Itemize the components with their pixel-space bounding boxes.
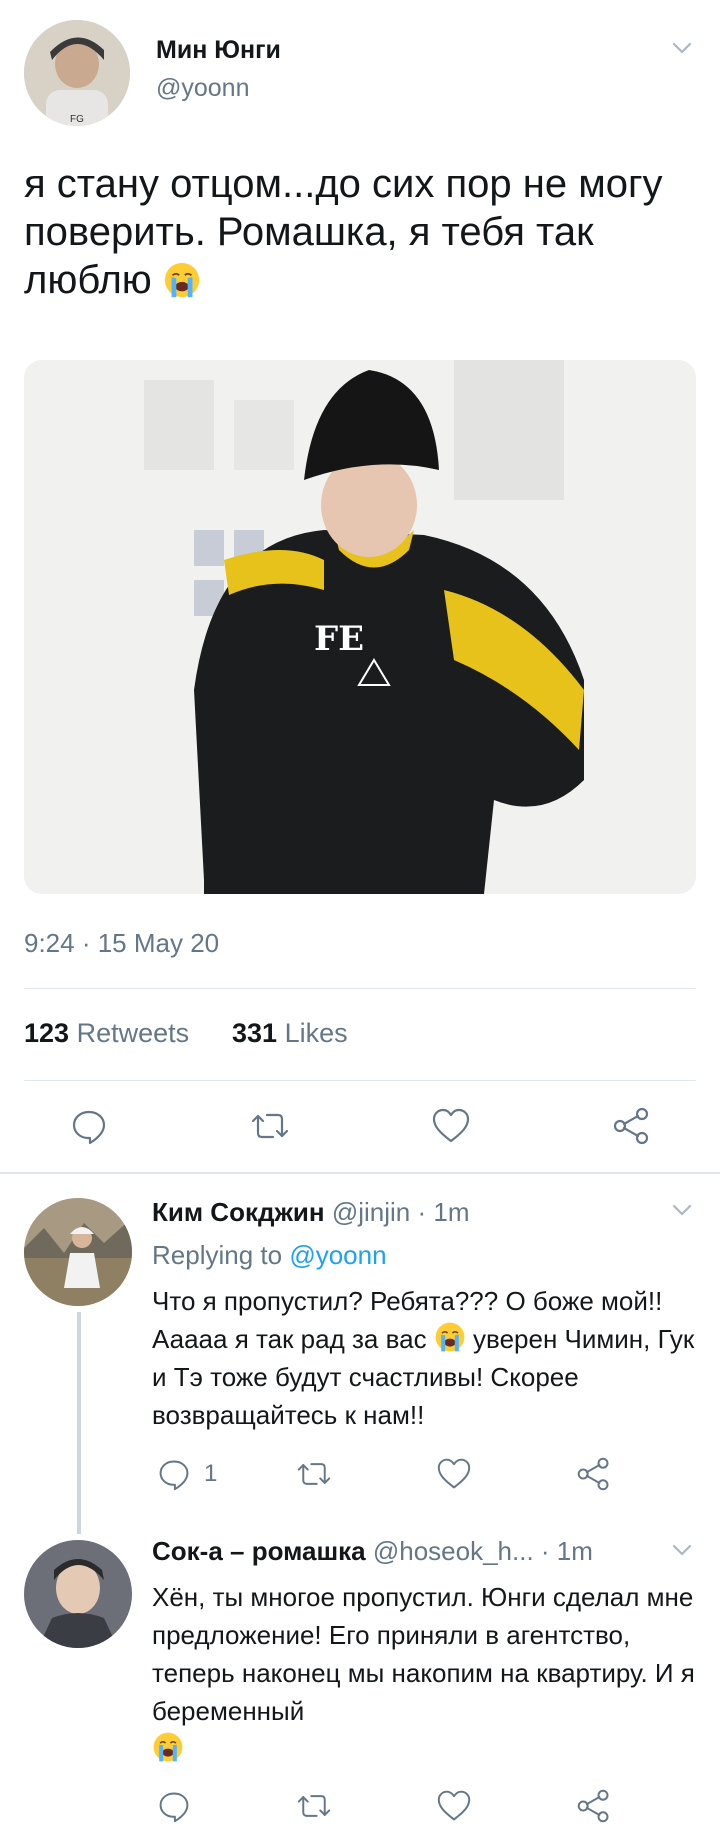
tweet-menu-chevron[interactable] bbox=[670, 40, 694, 61]
retweet-button[interactable] bbox=[246, 1102, 294, 1150]
reply-1-like-button[interactable] bbox=[430, 1450, 478, 1498]
reply-2-menu-chevron[interactable] bbox=[670, 1542, 694, 1563]
reply-2-text: Хён, ты многое пропустил. Юнги сделал мн… bbox=[152, 1578, 706, 1768]
share-button[interactable] bbox=[608, 1102, 656, 1150]
loudly-crying-face-emoji bbox=[153, 1732, 183, 1762]
reply-2-header: Сок-а – ромашка @hoseok_h... · 1m bbox=[152, 1536, 593, 1567]
retweet-icon bbox=[297, 1463, 331, 1485]
retweets-stat[interactable]: 123 Retweets bbox=[24, 1018, 189, 1049]
svg-text:FE: FE bbox=[314, 619, 364, 659]
divider-stats-top bbox=[24, 988, 696, 989]
tweet-timestamp[interactable]: 9:24 · 15 May 20 bbox=[24, 928, 219, 959]
tweet-image[interactable]: FE bbox=[24, 360, 696, 894]
reply-1-avatar-photo bbox=[24, 1198, 132, 1306]
retweet-icon bbox=[251, 1113, 289, 1139]
reply-icon bbox=[159, 1792, 189, 1823]
reply-1-text: Что я пропустил? Ребята??? О боже мой!! … bbox=[152, 1282, 698, 1434]
reply-1-reply-count: 1 bbox=[204, 1460, 218, 1487]
reply-2-author-handle[interactable]: @hoseok_h... bbox=[373, 1536, 534, 1566]
chevron-down-icon bbox=[672, 42, 692, 54]
loudly-crying-face-emoji bbox=[435, 1322, 465, 1352]
like-button[interactable] bbox=[427, 1102, 475, 1150]
reply-1-retweet-button[interactable] bbox=[290, 1450, 338, 1498]
author-name[interactable]: Мин Юнги bbox=[156, 36, 281, 65]
reply-icon bbox=[159, 1460, 189, 1491]
avatar-photo: FG bbox=[24, 20, 130, 126]
retweets-label: Retweets bbox=[76, 1018, 190, 1048]
reply-2-reply-button[interactable] bbox=[150, 1782, 198, 1830]
tweet-photo: FE bbox=[24, 360, 696, 894]
likes-stat[interactable]: 331 Likes bbox=[232, 1018, 348, 1049]
section-separator bbox=[0, 1172, 720, 1174]
thread-line bbox=[77, 1312, 81, 1534]
likes-count: 331 bbox=[232, 1018, 278, 1048]
chevron-down-icon bbox=[672, 1204, 692, 1216]
reply-1-replying-to: Replying to @yoonn bbox=[152, 1240, 387, 1271]
share-icon bbox=[577, 1789, 609, 1823]
reply-2-time[interactable]: · 1m bbox=[541, 1536, 593, 1566]
reply-2-text-body: Хён, ты многое пропустил. Юнги сделал мн… bbox=[152, 1582, 695, 1726]
author-handle[interactable]: @yoonn bbox=[156, 74, 250, 103]
reply-2-retweet-button[interactable] bbox=[290, 1782, 338, 1830]
replying-to-handle[interactable]: @yoonn bbox=[289, 1240, 386, 1270]
like-icon bbox=[432, 1108, 470, 1143]
reply-2-like-button[interactable] bbox=[430, 1782, 478, 1830]
share-icon bbox=[577, 1457, 609, 1491]
like-icon bbox=[437, 1458, 471, 1489]
reply-2-avatar-photo bbox=[24, 1540, 132, 1648]
replying-to-label: Replying to bbox=[152, 1240, 283, 1270]
chevron-down-icon bbox=[672, 1544, 692, 1556]
likes-label: Likes bbox=[284, 1018, 348, 1048]
like-icon bbox=[437, 1790, 471, 1821]
reply-icon bbox=[72, 1110, 106, 1145]
retweets-count: 123 bbox=[24, 1018, 70, 1048]
reply-1-share-button[interactable] bbox=[570, 1450, 618, 1498]
tweet-text-body: я стану отцом...до сих пор не могу повер… bbox=[24, 162, 663, 302]
reply-1-time[interactable]: · 1m bbox=[418, 1197, 470, 1227]
reply-1-menu-chevron[interactable] bbox=[670, 1202, 694, 1223]
retweet-icon bbox=[297, 1795, 331, 1817]
reply-2-avatar[interactable] bbox=[24, 1540, 132, 1648]
reply-button[interactable] bbox=[65, 1102, 113, 1150]
reply-1-avatar[interactable] bbox=[24, 1198, 132, 1306]
loudly-crying-face-emoji bbox=[164, 262, 200, 298]
reply-1-author-handle[interactable]: @jinjin bbox=[332, 1197, 410, 1227]
reply-1-author-name[interactable]: Ким Сокджин bbox=[152, 1197, 325, 1227]
reply-1-header: Ким Сокджин @jinjin · 1m bbox=[152, 1197, 470, 1228]
svg-text:FG: FG bbox=[70, 114, 84, 125]
reply-2-author-name[interactable]: Сок-а – ромашка bbox=[152, 1536, 366, 1566]
reply-1-reply-button[interactable] bbox=[150, 1450, 198, 1498]
tweet-text: я стану отцом...до сих пор не могу повер… bbox=[24, 160, 696, 304]
divider-stats-bottom bbox=[24, 1080, 696, 1081]
share-icon bbox=[613, 1107, 649, 1145]
author-avatar[interactable]: FG bbox=[24, 20, 130, 126]
reply-2-share-button[interactable] bbox=[570, 1782, 618, 1830]
